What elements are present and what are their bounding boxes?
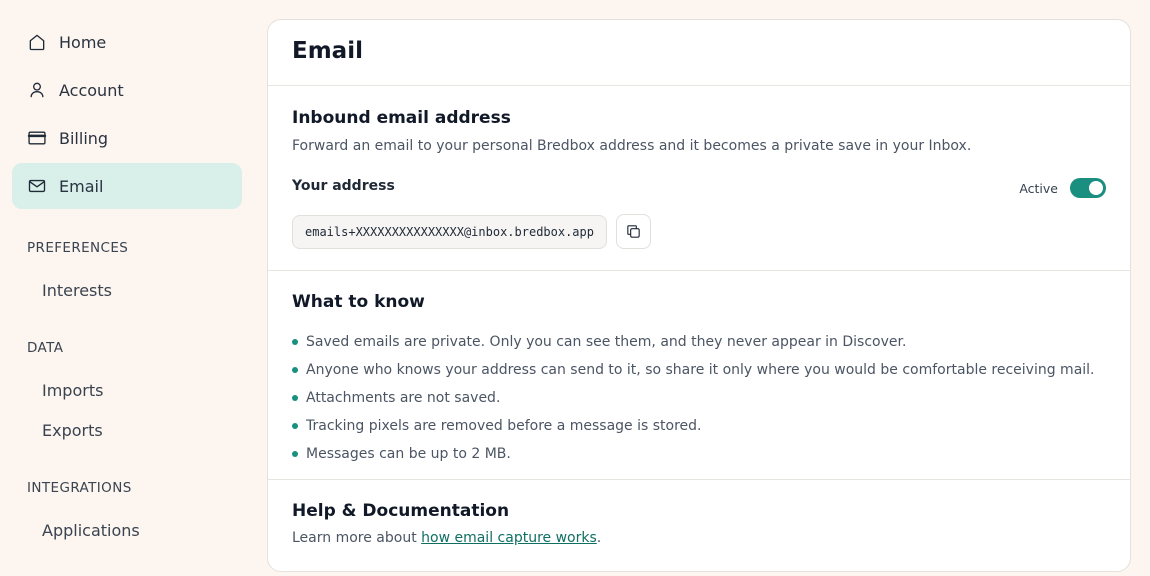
nav-item-billing[interactable]: Billing <box>12 115 242 161</box>
copy-address-button[interactable] <box>615 214 651 249</box>
list-item: Messages can be up to 2 MB. <box>292 440 1130 468</box>
integrations-section-label: INTEGRATIONS <box>27 480 132 496</box>
active-toggle[interactable] <box>1070 178 1106 198</box>
list-item: Attachments are not saved. <box>292 384 1130 412</box>
nav-item-applications[interactable]: Applications <box>42 521 140 540</box>
nav-label-billing: Billing <box>59 128 109 148</box>
toggle-knob <box>1089 181 1103 195</box>
nav-item-imports[interactable]: Imports <box>42 381 103 400</box>
help-text-prefix: Learn more about <box>292 530 422 546</box>
list-item: Anyone who knows your address can send t… <box>292 356 1130 384</box>
inbound-email-section: Inbound email address Forward an email t… <box>268 86 1130 271</box>
email-capture-docs-link[interactable]: how email capture works <box>421 530 597 546</box>
what-to-know-title: What to know <box>292 292 425 312</box>
email-address-field[interactable]: emails+XXXXXXXXXXXXXXX@inbox.bredbox.app <box>292 214 607 249</box>
nav-item-exports[interactable]: Exports <box>42 421 103 440</box>
mail-icon <box>27 176 47 196</box>
nav-item-account[interactable]: Account <box>12 67 242 113</box>
list-item: Saved emails are private. Only you can s… <box>292 328 1130 356</box>
nav-item-interests[interactable]: Interests <box>42 281 112 300</box>
bullet-dot-icon <box>292 367 298 373</box>
help-text-suffix: . <box>596 530 602 546</box>
bullet-dot-icon <box>292 339 298 345</box>
active-status-label: Active <box>1019 180 1058 196</box>
bullet-dot-icon <box>292 451 298 457</box>
nav-label-home: Home <box>59 32 107 52</box>
help-section: Help & Documentation Learn more about ho… <box>268 480 1130 546</box>
user-icon <box>27 80 47 100</box>
copy-icon <box>627 225 640 238</box>
what-to-know-section: What to know Saved emails are private. O… <box>268 271 1130 480</box>
home-icon <box>27 32 47 52</box>
active-toggle-group: Active <box>1019 178 1106 198</box>
data-section-label: DATA <box>27 340 64 356</box>
nav-item-email[interactable]: Email <box>12 163 242 209</box>
list-item-text: Attachments are not saved. <box>306 390 501 406</box>
help-text: Learn more about how email capture works… <box>292 530 1130 546</box>
page-title: Email <box>292 38 363 64</box>
list-item-text: Messages can be up to 2 MB. <box>306 446 511 462</box>
card-header: Email <box>268 20 1130 86</box>
bullet-dot-icon <box>292 423 298 429</box>
nav-label-account: Account <box>59 80 124 100</box>
address-row: emails+XXXXXXXXXXXXXXX@inbox.bredbox.app <box>292 214 651 249</box>
inbound-description: Forward an email to your personal Bredbo… <box>292 138 972 154</box>
sidebar: Home Account Billing Email PREFERENCES I… <box>0 0 255 576</box>
help-title: Help & Documentation <box>292 501 510 521</box>
preferences-section-label: PREFERENCES <box>27 240 129 256</box>
nav-label-email: Email <box>59 176 104 196</box>
email-settings-card: Email Inbound email address Forward an e… <box>267 19 1131 572</box>
list-item: Tracking pixels are removed before a mes… <box>292 412 1130 440</box>
what-to-know-list: Saved emails are private. Only you can s… <box>292 328 1130 468</box>
inbound-section-title: Inbound email address <box>292 108 511 128</box>
list-item-text: Tracking pixels are removed before a mes… <box>306 418 702 434</box>
credit-card-icon <box>27 128 47 148</box>
list-item-text: Saved emails are private. Only you can s… <box>306 334 907 350</box>
nav-item-home[interactable]: Home <box>12 19 242 65</box>
bullet-dot-icon <box>292 395 298 401</box>
list-item-text: Anyone who knows your address can send t… <box>306 362 1095 378</box>
your-address-label: Your address <box>292 178 395 194</box>
